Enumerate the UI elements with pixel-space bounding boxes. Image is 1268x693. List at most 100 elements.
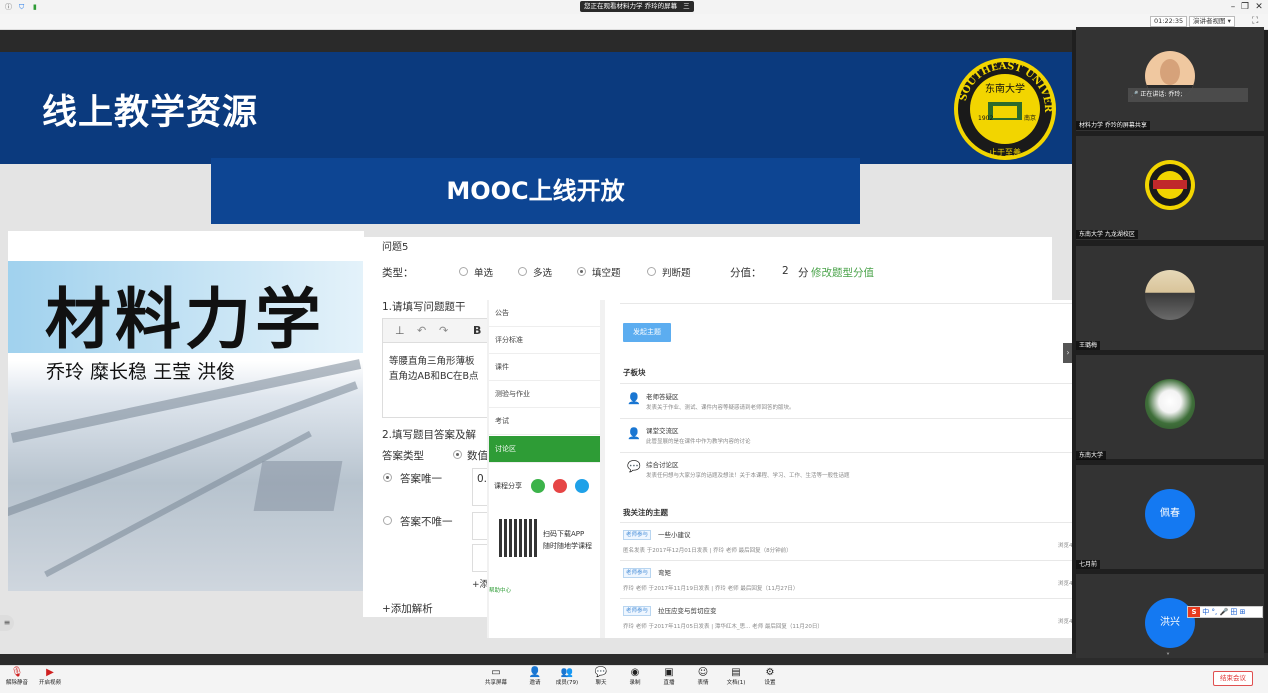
participant-avatar [1145,379,1195,429]
divider [620,598,1072,599]
participant-name: 王璐梅 [1076,341,1101,350]
members-button[interactable]: 👥 成员(79) [553,667,581,688]
question-heading: 问题5 [382,242,409,253]
share-screen-button[interactable]: ▭ 共享屏幕 [482,667,510,688]
mute-button[interactable]: 🎙 解除静音 [3,667,31,688]
help-center-link[interactable]: 帮助中心 [489,586,511,594]
signal-icon[interactable]: ▮ [33,3,37,11]
answer-type-number-radio[interactable] [453,450,462,459]
edit-score-link[interactable]: 修改题型分值 [811,265,874,280]
chat-button[interactable]: 💬 聊天 [587,667,615,688]
nav-forum[interactable]: 讨论区 [489,436,600,463]
format-icon[interactable]: ⊥ [395,324,405,337]
toolbar-label: 文档(1) [726,680,746,686]
window-titlebar: ⓘ ⛉ ▮ 您正在观看材料力学 乔玲的屏幕 三 – ❐ ✕ [0,0,1268,14]
logo-cn-text: 东南大学 [985,82,1025,95]
cover-authors: 乔玲 糜长稳 王莹 洪俊 [46,361,236,383]
window-title: 您正在观看材料力学 乔玲的屏幕 三 [580,1,694,12]
divider [620,522,1072,523]
topic-meta: 乔玲 老师 于2017年11月05日发表 | 潭华红木_思... 老师 最后回复… [623,624,823,630]
video-button[interactable]: ▶ 开启视频 [36,667,64,688]
topic-title[interactable]: 弯矩 [658,567,671,577]
step1-label: 1.请填写问题题干 [382,301,466,313]
emoji-icon: ☺ [697,667,709,678]
wechat-icon[interactable] [531,479,545,493]
board-name[interactable]: 老师答疑区 [646,391,679,401]
undo-icon[interactable]: ↶ [417,324,426,337]
ime-lang-icon[interactable]: 中 [1202,608,1209,616]
type-single-label: 单选 [474,268,494,279]
qq-icon[interactable] [575,479,589,493]
answer-alt-input[interactable] [472,512,488,540]
topic-title[interactable]: 一些小建议 [658,529,691,539]
nav-announcement[interactable]: 公告 [489,300,600,327]
score-value: 2 [782,265,789,277]
qr-line-1: 扫码下载APP [543,530,585,538]
type-fill-radio[interactable] [577,267,586,276]
answer-not-unique-radio[interactable] [383,516,392,525]
nav-exam[interactable]: 考试 [489,408,600,435]
toolbar-label: 聊天 [595,680,607,686]
answer-unique-radio[interactable] [383,473,392,482]
invite-button[interactable]: 👤 邀请 [521,667,549,688]
video-label: 开启视频 [38,680,61,686]
emoji-button[interactable]: ☺ 表情 [689,667,717,688]
window-title-text: 您正在观看材料力学 乔玲的屏幕 [584,2,678,10]
ime-mic-icon[interactable]: 🎤 [1219,608,1228,616]
redo-icon[interactable]: ↷ [439,324,448,337]
type-single-radio[interactable] [459,267,468,276]
live-button[interactable]: ▣ 直播 [655,667,683,688]
nav-quiz[interactable]: 测验与作业 [489,381,600,408]
post-topic-button[interactable]: 发起主题 [623,323,671,342]
participant-name: 东南大学 [1076,451,1107,460]
topic-meta: 乔玲 老师 于2017年11月19日发表 | 乔玲 老师 最后回复（11月27日… [623,586,799,592]
restore-button[interactable]: ❐ [1238,1,1252,13]
ime-tools-icon[interactable]: ⊞ [1240,608,1246,616]
sogou-icon[interactable]: S [1188,607,1200,617]
fullscreen-icon[interactable]: ⛶ [1252,16,1258,26]
ime-punct-icon[interactable]: °, [1211,608,1217,616]
invite-icon: 👤 [528,667,542,678]
menu-icon[interactable]: 三 [683,2,690,10]
teacher-qa-icon: 👤 [627,392,641,405]
sub-board-title: 子板块 [623,368,646,377]
board-desc: 发表任何想与大家分享的话题及想法！关于本课程、学习、工作、生活等一般性话题 [646,473,850,479]
scroll-down-icon[interactable]: ˅ [1166,652,1170,661]
members-icon: 👥 [560,667,574,678]
teacher-tag: 老师参与 [623,568,652,578]
logo-city: 南京 [1024,114,1036,122]
topic-title[interactable]: 拉压应变与剪切应变 [658,605,717,615]
view-switch-button[interactable]: 演讲者视图 ▾ [1189,16,1235,27]
type-judge-radio[interactable] [647,267,656,276]
divider [620,452,1072,453]
shield-icon[interactable]: ⛉ [19,3,24,11]
add-analysis-link[interactable]: +添加解析 [382,601,433,616]
mute-label: 解除静音 [5,680,28,686]
weibo-icon[interactable] [553,479,567,493]
topic-stat: 浏览4 [1058,543,1073,549]
documents-button[interactable]: ▤ 文档(1) [722,667,750,688]
mooc-banner: MOOC上线开放 [211,158,860,224]
answer-alt-input-2[interactable] [472,544,488,572]
close-button[interactable]: ✕ [1252,1,1266,13]
nav-courseware[interactable]: 课件 [489,354,600,381]
info-icon[interactable]: ⓘ [5,3,12,11]
divider [620,560,1072,561]
participant-avatar [1145,160,1195,210]
board-name[interactable]: 综合讨论区 [646,459,679,469]
meeting-timer: 01:22:35 [1150,16,1188,27]
settings-button[interactable]: ⚙ 设置 [756,667,784,688]
nav-grading[interactable]: 评分标准 [489,327,600,354]
type-multi-radio[interactable] [518,267,527,276]
board-name[interactable]: 课堂交流区 [646,425,679,435]
document-icon: ▤ [731,667,741,678]
teacher-tag: 老师参与 [623,530,652,540]
book-cover: 材料力学 乔玲 糜长稳 王莹 洪俊 [8,231,364,591]
end-meeting-button[interactable]: 结束会议 [1213,671,1253,686]
bold-icon[interactable]: B [473,324,481,337]
record-button[interactable]: ◉ 录制 [621,667,649,688]
university-logo: SOUTHEAST UNIVERSITY 东南大学 1902 南京 止于至善 [950,57,1056,160]
ime-toolbar[interactable]: S 中 °, 🎤 田 ⊞ [1187,606,1263,618]
ime-grid-icon[interactable]: 田 [1230,608,1237,616]
toolbar-label: 设置 [764,680,776,686]
